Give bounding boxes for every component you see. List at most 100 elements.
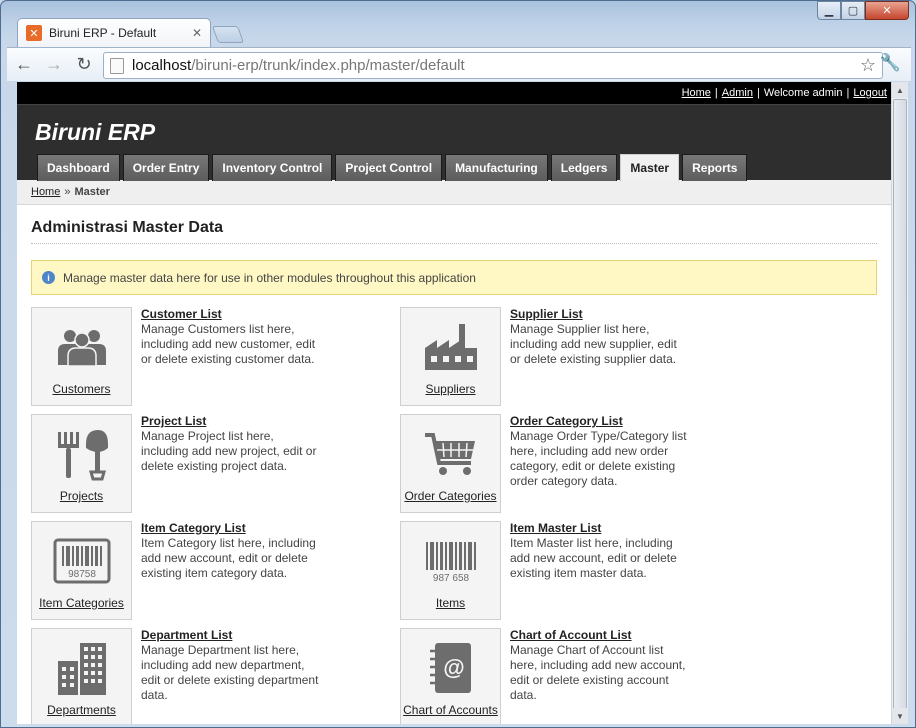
nav-master[interactable]: Master <box>620 154 680 181</box>
tile-items[interactable]: 987 658 Items <box>400 521 501 620</box>
item-title-link[interactable]: Department List <box>141 628 321 643</box>
item-desc-text: Item Category list here, including add n… <box>141 536 316 580</box>
master-item-suppliers: Suppliers Supplier List Manage Supplier … <box>400 307 745 406</box>
page-viewport: Home | Admin | Welcome admin | Logout Bi… <box>17 82 891 724</box>
item-title-link[interactable]: Chart of Account List <box>510 628 690 643</box>
wrench-menu-icon[interactable]: 🔧 <box>880 53 901 73</box>
site-logo[interactable]: Biruni ERP <box>35 119 155 146</box>
cart-icon <box>419 426 483 482</box>
address-book-icon: @ <box>419 640 483 696</box>
separator: | <box>756 87 760 99</box>
topbar-admin-link[interactable]: Admin <box>722 87 753 99</box>
item-description: Project List Manage Project list here, i… <box>141 414 321 474</box>
url-host: localhost <box>132 57 192 74</box>
forward-arrow-icon[interactable]: → <box>41 52 67 78</box>
info-icon: i <box>42 271 55 284</box>
item-title-link[interactable]: Item Category List <box>141 521 321 536</box>
new-tab-button[interactable] <box>211 26 245 43</box>
customers-icon <box>50 319 114 375</box>
browser-toolbar: ← → ↻ localhost/biruni-erp/trunk/index.p… <box>7 47 911 81</box>
welcome-text: Welcome admin <box>763 87 843 99</box>
nav-inventory-control[interactable]: Inventory Control <box>212 154 333 181</box>
logout-link[interactable]: Logout <box>853 87 887 99</box>
nav-manufacturing[interactable]: Manufacturing <box>445 154 548 181</box>
scroll-thumb[interactable] <box>893 99 907 719</box>
tile-label[interactable]: Customers <box>52 382 110 396</box>
item-title-link[interactable]: Item Master List <box>510 521 690 536</box>
scroll-up-icon[interactable]: ▲ <box>892 82 908 98</box>
master-item-projects: Projects Project List Manage Project lis… <box>31 414 376 513</box>
item-title-link[interactable]: Project List <box>141 414 321 429</box>
tile-label[interactable]: Projects <box>60 489 103 503</box>
tile-suppliers[interactable]: Suppliers <box>400 307 501 406</box>
tile-projects[interactable]: Projects <box>31 414 132 513</box>
browser-tab[interactable]: ✕ Biruni ERP - Default ✕ <box>17 18 211 47</box>
bookmark-star-icon[interactable]: ☆ <box>860 55 876 76</box>
separator: | <box>846 87 850 99</box>
nav-dashboard[interactable]: Dashboard <box>37 154 120 181</box>
barcode-icon: 987 658 <box>419 533 483 589</box>
nav-project-control[interactable]: Project Control <box>335 154 443 181</box>
item-description: Chart of Account List Manage Chart of Ac… <box>510 628 690 703</box>
tile-chart-of-accounts[interactable]: @ Chart of Accounts <box>400 628 501 724</box>
item-title-link[interactable]: Order Category List <box>510 414 690 429</box>
item-description: Department List Manage Department list h… <box>141 628 321 703</box>
vertical-scrollbar[interactable]: ▲ ▼ <box>891 82 908 724</box>
nav-order-entry[interactable]: Order Entry <box>122 154 210 181</box>
page-icon <box>110 57 124 74</box>
item-description: Item Master List Item Master list here, … <box>510 521 690 581</box>
tab-title: Biruni ERP - Default <box>49 26 157 40</box>
master-item-departments: Departments Department List Manage Depar… <box>31 628 376 724</box>
item-title-link[interactable]: Supplier List <box>510 307 690 322</box>
main-nav: Dashboard Order Entry Inventory Control … <box>37 154 750 181</box>
item-desc-text: Manage Supplier list here, including add… <box>510 322 677 366</box>
separator: | <box>714 87 718 99</box>
barcode-number: 98758 <box>68 569 96 580</box>
scroll-down-icon[interactable]: ▼ <box>892 708 908 724</box>
item-description: Order Category List Manage Order Type/Ca… <box>510 414 690 489</box>
back-arrow-icon[interactable]: ← <box>11 52 37 78</box>
svg-text:@: @ <box>443 655 464 680</box>
minimize-button[interactable]: ▁ <box>817 1 841 20</box>
item-desc-text: Manage Chart of Account list here, inclu… <box>510 643 686 702</box>
topbar-home-link[interactable]: Home <box>682 87 711 99</box>
tile-departments[interactable]: Departments <box>31 628 132 724</box>
reload-icon[interactable]: ↻ <box>71 52 97 78</box>
tile-label[interactable]: Suppliers <box>425 382 475 396</box>
master-item-order-categories: Order Categories Order Category List Man… <box>400 414 745 513</box>
tab-close-icon[interactable]: ✕ <box>192 26 202 40</box>
tile-label[interactable]: Chart of Accounts <box>403 703 498 717</box>
breadcrumb-home-link[interactable]: Home <box>31 186 60 198</box>
breadcrumb-current: Master <box>74 186 110 198</box>
barcode-box-icon: 98758 <box>50 533 114 589</box>
maximize-button[interactable]: ▢ <box>841 1 865 20</box>
tile-label[interactable]: Item Categories <box>39 596 124 610</box>
xampp-icon: ✕ <box>26 25 42 41</box>
tile-item-categories[interactable]: 98758 Item Categories <box>31 521 132 620</box>
address-bar[interactable]: localhost/biruni-erp/trunk/index.php/mas… <box>103 52 883 79</box>
site-header: Biruni ERP Dashboard Order Entry Invento… <box>17 104 891 181</box>
master-item-item-categories: 98758 Item Categories Item Category List… <box>31 521 376 620</box>
master-item-items: 987 658 Items Item Master List Item Mast… <box>400 521 745 620</box>
tile-label[interactable]: Items <box>436 596 465 610</box>
url-text: localhost/biruni-erp/trunk/index.php/mas… <box>132 57 465 74</box>
item-desc-text: Manage Project list here, including add … <box>141 429 317 473</box>
tile-label[interactable]: Order Categories <box>404 489 496 503</box>
close-window-button[interactable]: ✕ <box>865 1 909 20</box>
nav-ledgers[interactable]: Ledgers <box>550 154 618 181</box>
url-path: /biruni-erp/trunk/index.php/master/defau… <box>191 57 465 74</box>
tile-label[interactable]: Departments <box>47 703 116 717</box>
window-controls: ▁ ▢ ✕ <box>817 1 909 20</box>
item-desc-text: Manage Order Type/Category list here, in… <box>510 429 687 488</box>
tile-customers[interactable]: Customers <box>31 307 132 406</box>
tile-order-categories[interactable]: Order Categories <box>400 414 501 513</box>
factory-icon <box>419 319 483 375</box>
breadcrumb-separator: » <box>64 186 71 198</box>
nav-reports[interactable]: Reports <box>682 154 748 181</box>
page-title: Administrasi Master Data <box>31 205 877 244</box>
item-description: Item Category List Item Category list he… <box>141 521 321 581</box>
info-notice: i Manage master data here for use in oth… <box>31 260 877 295</box>
item-description: Supplier List Manage Supplier list here,… <box>510 307 690 367</box>
item-desc-text: Item Master list here, including add new… <box>510 536 677 580</box>
item-title-link[interactable]: Customer List <box>141 307 321 322</box>
